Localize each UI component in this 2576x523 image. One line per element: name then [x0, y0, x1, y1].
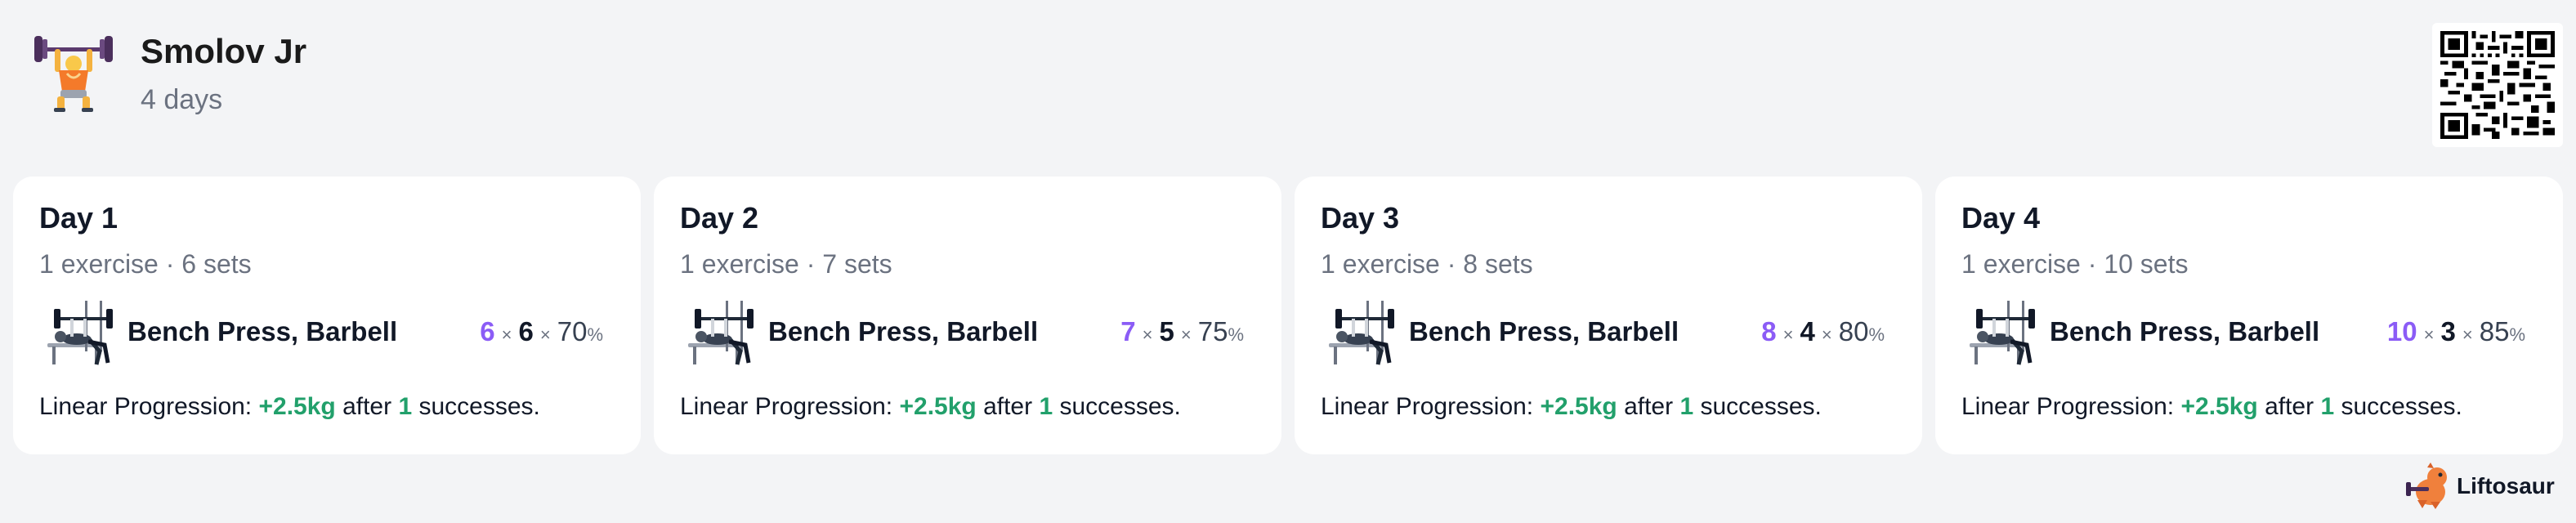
times-sign-2: ×	[1821, 324, 1832, 345]
progression-after: after	[1624, 393, 1674, 420]
bench-press-icon	[1329, 301, 1394, 365]
progression-count: 1	[398, 393, 413, 420]
progression-increment: +2.5kg	[258, 393, 336, 420]
program-title-block: Smolov Jr 4 days	[141, 28, 306, 123]
day-card-4[interactable]: Day 4 1 exercise · 10 sets Bench Press, …	[1935, 177, 2563, 454]
progression-label: Linear Progression:	[1321, 393, 1534, 420]
rep-count: 4	[1800, 316, 1815, 346]
set-scheme: 7 × 5 × 75%	[1120, 316, 1244, 347]
rep-count: 6	[518, 316, 534, 346]
progression-text: Linear Progression: +2.5kg after 1 succe…	[1321, 389, 1896, 425]
progression-text: Linear Progression: +2.5kg after 1 succe…	[39, 389, 615, 425]
exercise-name: Bench Press, Barbell	[768, 316, 1039, 346]
qr-code-icon	[2432, 23, 2563, 147]
day-summary: 1 exercise · 10 sets	[1961, 249, 2189, 279]
percent-value: 75	[1197, 316, 1228, 346]
set-count: 8	[1761, 316, 1777, 346]
set-scheme: 8 × 4 × 80%	[1761, 316, 1885, 347]
times-sign-1: ×	[2423, 324, 2435, 345]
progression-increment: +2.5kg	[899, 393, 977, 420]
times-sign-2: ×	[2462, 324, 2473, 345]
day-summary: 1 exercise · 6 sets	[39, 249, 252, 279]
day-card-2[interactable]: Day 2 1 exercise · 7 sets Bench Press, B…	[654, 177, 1281, 454]
percent-sign: %	[1868, 324, 1885, 345]
progression-after: after	[342, 393, 392, 420]
dinosaur-logo-icon	[2406, 463, 2447, 509]
exercise-row[interactable]: Bench Press, Barbell 7 × 5 × 75%	[680, 291, 1255, 373]
weightlifter-icon	[34, 36, 113, 112]
times-sign-1: ×	[501, 324, 512, 345]
progression-label: Linear Progression:	[680, 393, 893, 420]
progression-suffix: successes.	[2341, 393, 2462, 420]
set-count: 10	[2386, 316, 2417, 346]
progression-suffix: successes.	[1700, 393, 1822, 420]
set-scheme: 10 × 3 × 85%	[2387, 316, 2525, 347]
progression-label: Linear Progression:	[1961, 393, 2175, 420]
day-card-1[interactable]: Day 1 1 exercise · 6 sets Bench Press, B…	[13, 177, 641, 454]
percent-sign: %	[587, 324, 603, 345]
day-title: Day 1	[39, 201, 119, 235]
program-header: Smolov Jr 4 days	[33, 28, 306, 118]
progression-suffix: successes.	[1059, 393, 1181, 420]
day-title: Day 4	[1961, 201, 2041, 235]
day-title: Day 3	[1321, 201, 1400, 235]
progression-increment: +2.5kg	[1540, 393, 1617, 420]
day-card-3[interactable]: Day 3 1 exercise · 8 sets Bench Press, B…	[1295, 177, 1922, 454]
rep-count: 3	[2440, 316, 2456, 346]
day-cards: Day 1 1 exercise · 6 sets Bench Press, B…	[13, 177, 2563, 454]
bench-press-icon	[688, 301, 754, 365]
brand-footer[interactable]: Liftosaur	[2406, 463, 2555, 510]
exercise-name: Bench Press, Barbell	[2050, 316, 2320, 346]
set-count: 6	[480, 316, 495, 346]
program-preview-page: Smolov Jr 4 days Day 1 1 exercise · 6 se…	[0, 0, 2576, 523]
day-summary: 1 exercise · 7 sets	[680, 249, 892, 279]
percent-value: 80	[1838, 316, 1869, 346]
exercise-row[interactable]: Bench Press, Barbell 6 × 6 × 70%	[39, 291, 615, 373]
progression-label: Linear Progression:	[39, 393, 253, 420]
exercise-row[interactable]: Bench Press, Barbell 8 × 4 × 80%	[1321, 291, 1896, 373]
progression-increment: +2.5kg	[2180, 393, 2258, 420]
rep-count: 5	[1159, 316, 1174, 346]
progression-suffix: successes.	[418, 393, 540, 420]
exercise-name: Bench Press, Barbell	[127, 316, 398, 346]
bench-press-icon	[47, 301, 113, 365]
percent-value: 85	[2479, 316, 2510, 346]
progression-after: after	[983, 393, 1033, 420]
exercise-row[interactable]: Bench Press, Barbell 10 × 3 × 85%	[1961, 291, 2537, 373]
times-sign-2: ×	[539, 324, 551, 345]
progression-text: Linear Progression: +2.5kg after 1 succe…	[680, 389, 1255, 425]
progression-count: 1	[1679, 393, 1694, 420]
progression-text: Linear Progression: +2.5kg after 1 succe…	[1961, 389, 2537, 425]
percent-value: 70	[557, 316, 588, 346]
progression-count: 1	[2320, 393, 2335, 420]
progression-count: 1	[1039, 393, 1053, 420]
program-title: Smolov Jr	[141, 32, 307, 70]
percent-sign: %	[1228, 324, 1244, 345]
program-subtitle: 4 days	[141, 84, 223, 115]
percent-sign: %	[2509, 324, 2525, 345]
day-summary: 1 exercise · 8 sets	[1321, 249, 1533, 279]
bench-press-icon	[1970, 301, 2035, 365]
set-scheme: 6 × 6 × 70%	[480, 316, 603, 347]
set-count: 7	[1120, 316, 1136, 346]
progression-after: after	[2265, 393, 2314, 420]
times-sign-1: ×	[1782, 324, 1794, 345]
exercise-name: Bench Press, Barbell	[1409, 316, 1679, 346]
times-sign-1: ×	[1142, 324, 1153, 345]
day-title: Day 2	[680, 201, 759, 235]
times-sign-2: ×	[1180, 324, 1192, 345]
brand-name: Liftosaur	[2457, 473, 2555, 498]
